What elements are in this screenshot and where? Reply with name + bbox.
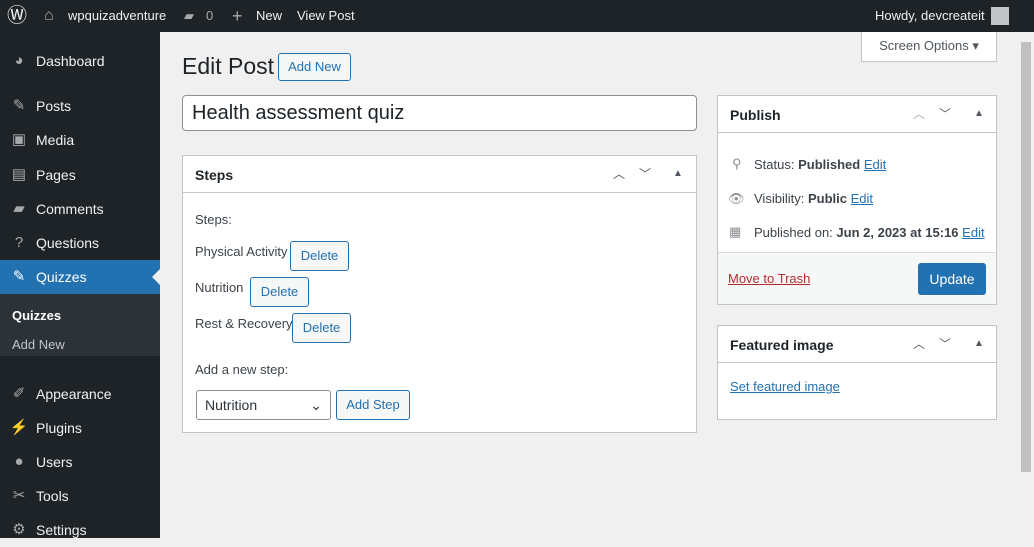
step-name: Rest & Recovery [195, 316, 293, 331]
sidebar-item-appearance[interactable]: ✐ Appearance [0, 377, 160, 411]
view-post-link[interactable]: View Post [297, 0, 355, 32]
steps-box-title: Steps [195, 167, 234, 183]
sidebar-item-label: Pages [36, 167, 76, 183]
wrench-icon: ✂ [12, 487, 26, 504]
comment-icon: ▰ [184, 8, 194, 23]
sidebar-item-label: Media [36, 132, 75, 148]
sidebar-item-settings[interactable]: ⚙ Settings [0, 513, 160, 547]
edit-visibility-link[interactable]: Edit [851, 191, 873, 206]
step-name: Physical Activity [195, 244, 288, 259]
publish-actions: Move to Trash Update [718, 252, 996, 304]
sidebar-item-label: Comments [36, 201, 104, 217]
move-down-icon[interactable]: ﹀ [939, 335, 951, 352]
sidebar-item-label: Users [36, 454, 73, 470]
post-title-input[interactable]: Health assessment quiz [182, 95, 697, 131]
status-row: Status: Published Edit [754, 157, 887, 172]
home-icon: ⌂ [44, 7, 54, 24]
sidebar-item-pages[interactable]: ▤ Pages [0, 158, 160, 192]
submenu-quizzes[interactable]: Quizzes [12, 308, 61, 323]
steps-label: Steps: [195, 212, 232, 227]
sidebar-item-comments[interactable]: ▰ Comments [0, 192, 160, 226]
step-name: Nutrition [195, 280, 244, 295]
comments-count[interactable]: 0 [206, 0, 213, 32]
publish-box: Publish ︿ ﹀ ▲ ⚲ Status: Published Edit 👁… [717, 95, 997, 305]
edit-status-link[interactable]: Edit [864, 157, 886, 172]
sidebar-item-label: Settings [36, 522, 87, 538]
avatar[interactable] [991, 7, 1009, 25]
admin-bar: Ⓦ ⌂ wpquizadventure ▰ 0 + New View Post … [0, 0, 1034, 32]
move-down-icon[interactable]: ﹀ [639, 165, 651, 182]
sidebar-item-quizzes[interactable]: ✎ Quizzes [0, 260, 160, 294]
sidebar-item-label: Plugins [36, 420, 82, 436]
sidebar-item-users[interactable]: ● Users [0, 445, 160, 479]
sidebar-item-label: Dashboard [36, 53, 105, 69]
site-name-link[interactable]: wpquizadventure [68, 0, 166, 32]
user-icon: ● [14, 453, 24, 470]
move-up-icon[interactable]: ︿ [613, 165, 625, 182]
add-step-button[interactable]: Add Step [336, 390, 410, 420]
calendar-icon: ▦ [729, 224, 742, 239]
featured-image-box: Featured image ︿ ﹀ ▲ Set featured image [717, 325, 997, 420]
page-title: Edit Post [182, 53, 275, 79]
toggle-icon[interactable]: ▲ [974, 338, 984, 349]
toggle-icon[interactable]: ▲ [974, 108, 984, 119]
wordpress-logo-icon[interactable]: Ⓦ [7, 0, 27, 32]
pin-icon: ✎ [12, 97, 26, 114]
sidebar-item-label: Tools [36, 488, 69, 504]
steps-box: Steps ︿ ﹀ ▲ Steps: Physical Activity Del… [182, 155, 697, 433]
sidebar-item-dashboard[interactable]: ◕ Dashboard [0, 44, 160, 78]
pages-icon: ▤ [11, 166, 27, 183]
toggle-icon[interactable]: ▲ [673, 168, 683, 179]
admin-sidebar: Quizzes Add New ◕ Dashboard ✎ Posts ▣ Media ▤ P… [0, 32, 160, 538]
sidebar-item-tools[interactable]: ✂ Tools [0, 479, 160, 513]
dashboard-icon: ◕ [14, 52, 24, 69]
quizzes-submenu: Quizzes Add New [0, 294, 160, 356]
published-row: Published on: Jun 2, 2023 at 15:16 Edit [754, 225, 985, 240]
plugin-icon: ⚡ [9, 419, 29, 436]
brush-icon: ✐ [12, 385, 26, 402]
settings-icon: ⚙ [12, 521, 26, 538]
sidebar-item-label: Questions [36, 235, 100, 251]
eye-icon: 👁 [728, 191, 745, 206]
sidebar-item-posts[interactable]: ✎ Posts [0, 89, 160, 123]
sidebar-item-label: Quizzes [36, 269, 87, 285]
step-select-value: Nutrition [205, 397, 258, 413]
move-down-icon[interactable]: ﹀ [939, 105, 951, 122]
new-link[interactable]: New [256, 0, 282, 32]
sidebar-item-media[interactable]: ▣ Media [0, 123, 160, 157]
update-button[interactable]: Update [918, 263, 986, 295]
submenu-add-new[interactable]: Add New [12, 337, 65, 352]
move-up-icon[interactable]: ︿ [913, 105, 925, 122]
chevron-down-icon: ⌄ [310, 397, 322, 413]
comment-icon: ▰ [13, 200, 25, 217]
featured-image-title: Featured image [730, 337, 834, 353]
edit-date-link[interactable]: Edit [962, 225, 984, 240]
sidebar-item-plugins[interactable]: ⚡ Plugins [0, 411, 160, 445]
sidebar-item-label: Appearance [36, 386, 112, 402]
question-icon: ? [14, 234, 24, 251]
add-step-label: Add a new step: [195, 362, 289, 377]
delete-step-button[interactable]: Delete [290, 241, 349, 271]
move-up-icon[interactable]: ︿ [913, 335, 925, 352]
scrollbar[interactable] [1018, 32, 1034, 538]
set-featured-image-link[interactable]: Set featured image [730, 379, 840, 394]
plus-icon: + [232, 6, 243, 26]
publish-box-title: Publish [730, 107, 781, 123]
step-select[interactable]: Nutrition ⌄ [196, 390, 331, 420]
sidebar-item-questions[interactable]: ? Questions [0, 226, 160, 260]
pin-icon: ⚲ [732, 156, 742, 171]
pin-icon: ✎ [12, 268, 26, 285]
delete-step-button[interactable]: Delete [292, 313, 351, 343]
add-new-button[interactable]: Add New [278, 53, 351, 81]
move-to-trash-link[interactable]: Move to Trash [728, 271, 810, 286]
media-icon: ▣ [11, 131, 27, 148]
sidebar-item-label: Posts [36, 98, 72, 114]
screen-options-button[interactable]: Screen Options ▾ [861, 32, 997, 62]
delete-step-button[interactable]: Delete [250, 277, 309, 307]
howdy-link[interactable]: Howdy, devcreateit [875, 0, 985, 32]
visibility-row: Visibility: Public Edit [754, 191, 874, 206]
